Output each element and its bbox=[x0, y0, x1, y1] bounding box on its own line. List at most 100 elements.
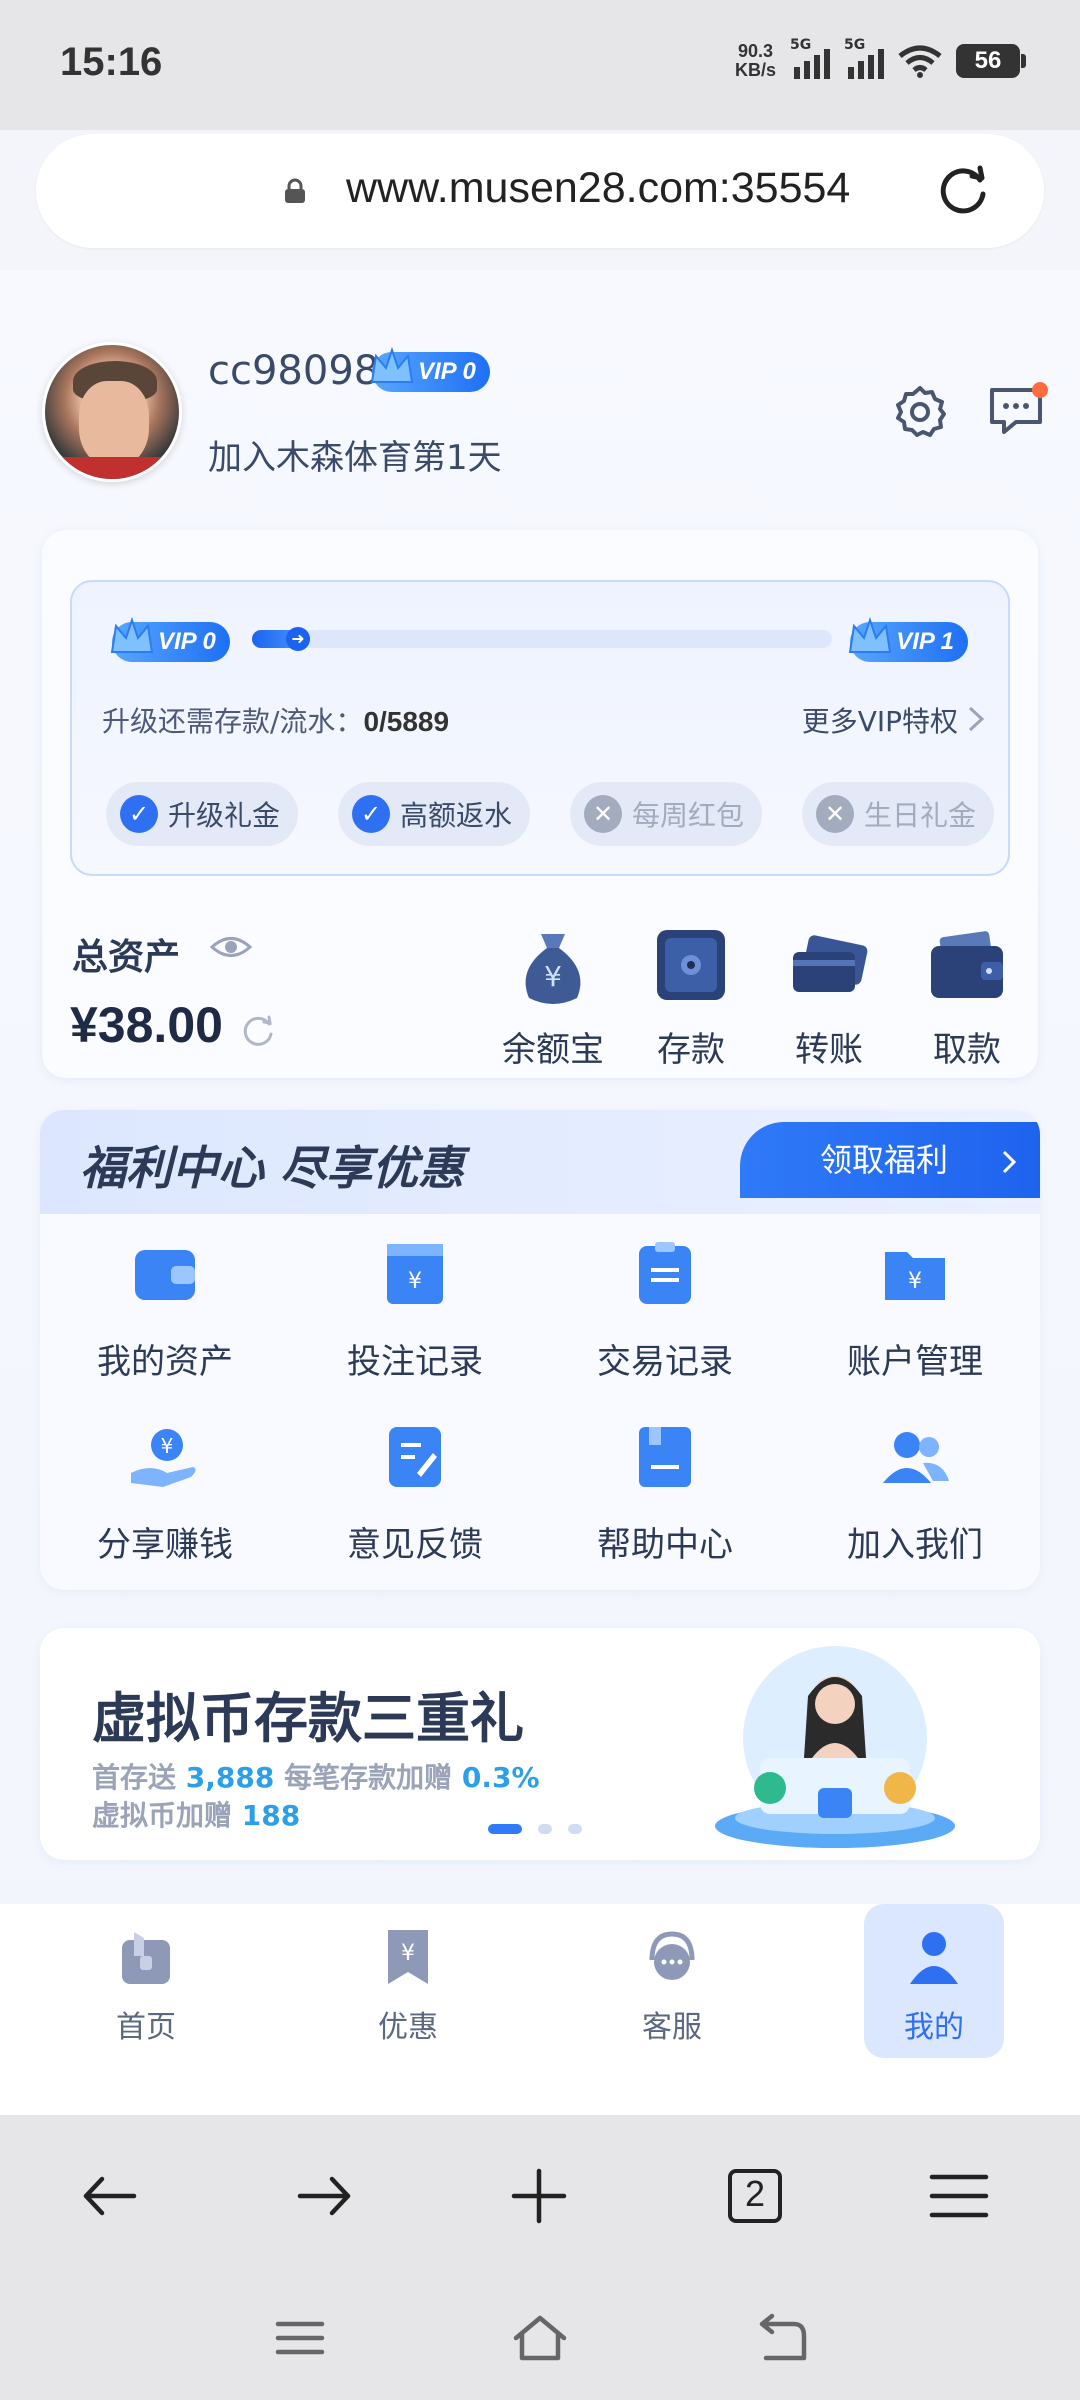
welfare-grid: 我的资产 ¥ 投注记录 交易记录 ¥ 账户管理 ¥ 分享赚钱 意见反馈 帮助中心… bbox=[40, 1240, 1040, 1566]
page-content: cc98098 VIP 0 加入木森体育第1天 VIP 0 ➜ VIP 1 升级… bbox=[0, 270, 1080, 2115]
svg-text:¥: ¥ bbox=[401, 1941, 415, 1966]
my-assets-item[interactable]: 我的资产 bbox=[40, 1240, 290, 1383]
help-center-item[interactable]: 帮助中心 bbox=[540, 1423, 790, 1566]
transaction-records-item[interactable]: 交易记录 bbox=[540, 1240, 790, 1383]
help-book-icon bbox=[639, 1427, 691, 1487]
tab-my[interactable]: 我的 bbox=[864, 1904, 1004, 2058]
svg-text:¥: ¥ bbox=[544, 960, 562, 993]
share-money-icon: ¥ bbox=[131, 1429, 196, 1487]
status-icons: 90.3 KB/s 5G 5G 56 bbox=[734, 37, 1026, 80]
close-icon: ✕ bbox=[584, 795, 623, 833]
network-speed: 90.3 KB/s bbox=[734, 41, 776, 80]
yuebao-button[interactable]: ¥ 余额宝 bbox=[484, 920, 622, 1071]
vip-progress-box: VIP 0 ➜ VIP 1 升级还需存款/流水：0/5889 更多VIP特权 ✓… bbox=[70, 580, 1010, 876]
lock-icon bbox=[285, 178, 305, 203]
check-icon: ✓ bbox=[352, 795, 391, 833]
chevron-right-icon bbox=[1002, 1150, 1017, 1174]
users-icon bbox=[883, 1432, 949, 1483]
vip-progress-fill: ➜ bbox=[252, 627, 310, 651]
total-assets-label: 总资产 bbox=[72, 937, 181, 978]
tab-customer-service[interactable]: 客服 bbox=[602, 1926, 742, 2046]
eye-icon[interactable] bbox=[210, 930, 252, 964]
perk-birthday-bonus: ✕ 生日礼金 bbox=[802, 782, 995, 846]
bottom-tab-bar: 首页 ¥ 优惠 客服 我的 bbox=[0, 1904, 1080, 2115]
join-us-item[interactable]: 加入我们 bbox=[790, 1423, 1040, 1566]
upgrade-requirement: 升级还需存款/流水：0/5889 bbox=[102, 705, 450, 738]
banner-line-2: 虚拟币加赠 188 bbox=[92, 1799, 301, 1832]
banner-title: 虚拟币存款三重礼 bbox=[92, 1687, 524, 1750]
user-icon bbox=[910, 1932, 958, 1984]
refresh-icon[interactable] bbox=[238, 1012, 276, 1050]
welfare-title: 福利中心 尽享优惠 bbox=[80, 1141, 465, 1195]
back-icon[interactable] bbox=[74, 2161, 144, 2231]
signal-icon: 5G bbox=[844, 37, 884, 79]
asset-card: VIP 0 ➜ VIP 1 升级还需存款/流水：0/5889 更多VIP特权 ✓… bbox=[42, 530, 1038, 1078]
more-vip-link[interactable]: 更多VIP特权 bbox=[802, 700, 958, 740]
svg-text:¥: ¥ bbox=[408, 1269, 422, 1294]
home-nav-icon[interactable] bbox=[510, 2308, 570, 2368]
share-earn-item[interactable]: ¥ 分享赚钱 bbox=[40, 1423, 290, 1566]
forward-icon[interactable] bbox=[290, 2161, 360, 2231]
svg-text:¥: ¥ bbox=[161, 1434, 174, 1458]
check-icon: ✓ bbox=[120, 795, 158, 833]
safe-icon bbox=[657, 930, 725, 1000]
joined-text: 加入木森体育第1天 bbox=[208, 438, 502, 478]
carousel-dot[interactable] bbox=[538, 1824, 552, 1834]
battery-icon: 56 bbox=[956, 44, 1026, 78]
welfare-center: 福利中心 尽享优惠 领取福利 我的资产 ¥ 投注记录 交易记录 ¥ 账户管理 ¥… bbox=[40, 1110, 1040, 1590]
bet-record-icon: ¥ bbox=[387, 1244, 443, 1304]
vip-level-badge: VIP 0 bbox=[370, 346, 490, 392]
clock: 15:16 bbox=[60, 40, 163, 84]
avatar[interactable] bbox=[42, 342, 182, 482]
recents-icon[interactable] bbox=[270, 2308, 330, 2368]
bet-records-item[interactable]: ¥ 投注记录 bbox=[290, 1240, 540, 1383]
url-text[interactable]: www.musen28.com:35554 bbox=[346, 164, 850, 213]
runner-icon: ➜ bbox=[286, 627, 310, 651]
coupon-icon: ¥ bbox=[388, 1930, 428, 1984]
reload-icon[interactable] bbox=[934, 162, 992, 220]
account-management-item[interactable]: ¥ 账户管理 bbox=[790, 1240, 1040, 1383]
crown-icon bbox=[110, 616, 154, 653]
feedback-icon bbox=[389, 1427, 441, 1487]
banner-line-1: 首存送 3,888 每笔存款加赠 0.3% bbox=[92, 1761, 540, 1794]
menu-icon[interactable] bbox=[924, 2161, 994, 2231]
carousel-dot[interactable] bbox=[488, 1824, 522, 1834]
promo-illustration bbox=[715, 1646, 955, 1848]
wallet-icon bbox=[931, 931, 1003, 998]
new-tab-icon[interactable] bbox=[504, 2161, 574, 2231]
chevron-right-icon[interactable] bbox=[964, 704, 988, 734]
close-icon: ✕ bbox=[816, 795, 855, 833]
home-icon bbox=[122, 1932, 170, 1984]
perk-upgrade-bonus: ✓ 升级礼金 bbox=[106, 782, 299, 846]
tab-promotions[interactable]: ¥ 优惠 bbox=[338, 1926, 478, 2046]
system-nav-bar bbox=[0, 2280, 1080, 2400]
tabs-count-button[interactable]: 2 bbox=[720, 2161, 790, 2231]
feedback-item[interactable]: 意见反馈 bbox=[290, 1423, 540, 1566]
balance-amount: ¥38.00 bbox=[70, 997, 223, 1053]
money-bag-icon: ¥ bbox=[525, 934, 581, 1004]
carousel-dot[interactable] bbox=[568, 1824, 582, 1834]
address-bar[interactable]: www.musen28.com:35554 bbox=[36, 134, 1044, 248]
transfer-button[interactable]: 转账 bbox=[760, 920, 898, 1071]
status-bar: 15:16 90.3 KB/s 5G 5G 56 bbox=[0, 0, 1080, 130]
perk-rebate: ✓ 高额返水 bbox=[338, 782, 531, 846]
carousel-dots[interactable] bbox=[488, 1824, 582, 1834]
deposit-button[interactable]: 存款 bbox=[622, 920, 760, 1071]
vip-current-badge: VIP 0 bbox=[110, 616, 230, 662]
promo-banner[interactable]: 虚拟币存款三重礼 首存送 3,888 每笔存款加赠 0.3% 虚拟币加赠 188 bbox=[40, 1628, 1040, 1860]
gear-icon[interactable] bbox=[892, 384, 948, 440]
asset-actions: ¥ 余额宝 存款 转账 取款 bbox=[484, 920, 1036, 1071]
folder-icon: ¥ bbox=[885, 1252, 945, 1300]
wallet-icon bbox=[135, 1250, 195, 1300]
back-nav-icon[interactable] bbox=[750, 2308, 810, 2368]
signal-icon: 5G bbox=[790, 37, 830, 79]
tab-home[interactable]: 首页 bbox=[76, 1926, 216, 2046]
welfare-header: 福利中心 尽享优惠 领取福利 bbox=[40, 1110, 1040, 1214]
headset-icon bbox=[649, 1931, 695, 1980]
withdraw-button[interactable]: 取款 bbox=[898, 920, 1036, 1071]
username: cc98098 bbox=[208, 348, 380, 394]
crown-icon bbox=[370, 346, 414, 383]
claim-welfare-button[interactable]: 领取福利 bbox=[740, 1122, 1040, 1198]
transaction-icon bbox=[639, 1242, 691, 1304]
vip-next-badge: VIP 1 bbox=[849, 616, 968, 662]
